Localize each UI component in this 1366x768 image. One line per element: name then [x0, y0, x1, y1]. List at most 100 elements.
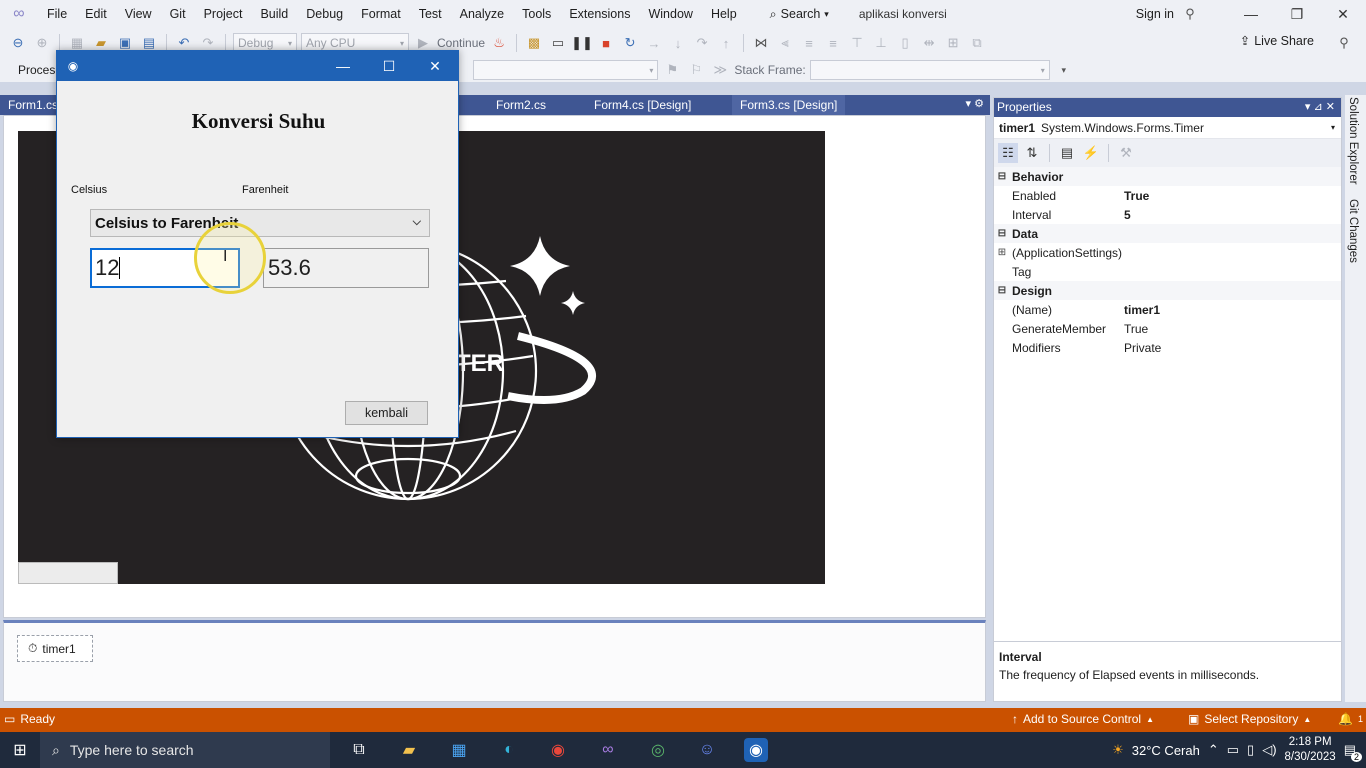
tab-git-changes[interactable]: Git Changes: [1347, 199, 1359, 263]
app-close-button[interactable]: ✕: [412, 51, 458, 81]
minimize-button[interactable]: —: [1228, 0, 1274, 28]
property-value[interactable]: Private: [1124, 341, 1341, 355]
menu-item-format[interactable]: Format: [352, 0, 410, 28]
show-threads-icon[interactable]: ≫: [710, 60, 730, 80]
menu-item-file[interactable]: File: [38, 0, 76, 28]
property-category[interactable]: ⊟ Data: [994, 224, 1341, 243]
continue-button[interactable]: Continue: [437, 36, 485, 50]
maximize-button[interactable]: ❐: [1274, 0, 1320, 28]
tab-form4-design[interactable]: Form4.cs [Design]: [586, 95, 699, 115]
property-row[interactable]: ⊞ (ApplicationSettings): [994, 243, 1341, 262]
volume-icon[interactable]: ◁): [1262, 742, 1276, 758]
menu-item-project[interactable]: Project: [195, 0, 252, 28]
file-explorer-icon[interactable]: ▰: [397, 738, 421, 762]
show-next-statement-icon[interactable]: →: [644, 33, 664, 53]
preview-features-icon[interactable]: ⚲: [1334, 33, 1354, 53]
events-lightning-icon[interactable]: ⚡: [1081, 143, 1101, 163]
align-rights-icon[interactable]: ≡: [823, 33, 843, 53]
step-into-icon[interactable]: ↓: [668, 33, 688, 53]
thread-select[interactable]: ▾: [473, 60, 659, 80]
menu-item-analyze[interactable]: Analyze: [451, 0, 513, 28]
menu-item-view[interactable]: View: [116, 0, 161, 28]
chrome-browser-icon[interactable]: ◉: [546, 738, 570, 762]
align-tops-icon[interactable]: ⊤: [847, 33, 867, 53]
property-category[interactable]: ⊟ Design: [994, 281, 1341, 300]
add-to-source-control-button[interactable]: ↑ Add to Source Control ▲: [1012, 712, 1154, 726]
select-repository-button[interactable]: ▣ Select Repository ▲: [1188, 712, 1311, 726]
collapse-icon[interactable]: ⊟: [994, 228, 1010, 239]
property-row[interactable]: GenerateMember True: [994, 319, 1341, 338]
app-maximize-button[interactable]: ☐: [366, 51, 412, 81]
navigate-forward-icon[interactable]: ⊕: [32, 33, 52, 53]
live-share-button[interactable]: ⇪ Live Share: [1240, 33, 1314, 49]
categorized-icon[interactable]: ☷: [998, 143, 1018, 163]
diagnostics-icon[interactable]: ⋈: [751, 33, 771, 53]
menu-item-debug[interactable]: Debug: [297, 0, 352, 28]
sign-in-link[interactable]: Sign in: [1136, 7, 1174, 21]
menu-item-test[interactable]: Test: [410, 0, 451, 28]
align-lefts-icon[interactable]: ⫷: [775, 33, 795, 53]
menu-item-tools[interactable]: Tools: [513, 0, 560, 28]
menu-item-extensions[interactable]: Extensions: [560, 0, 639, 28]
tab-form2-cs[interactable]: Form2.cs: [488, 95, 554, 115]
notifications-button[interactable]: 🔔 1: [1338, 712, 1363, 726]
battery-icon[interactable]: ▯: [1247, 742, 1254, 758]
task-view-icon[interactable]: ⧉: [347, 738, 371, 762]
search-menu[interactable]: ⌕ Search ▾: [760, 3, 839, 25]
property-row[interactable]: Interval 5: [994, 205, 1341, 224]
property-value[interactable]: 5: [1124, 208, 1341, 222]
property-category[interactable]: ⊟ Behavior: [994, 167, 1341, 186]
tab-options-icon[interactable]: ▾ ⚙: [966, 97, 984, 110]
tab-solution-explorer[interactable]: Solution Explorer: [1347, 97, 1359, 185]
stop-icon[interactable]: ■: [596, 33, 616, 53]
property-row[interactable]: Modifiers Private: [994, 338, 1341, 357]
timer-component[interactable]: ⏱ timer1: [17, 635, 93, 662]
property-row[interactable]: (Name) timer1: [994, 300, 1341, 319]
browse-icon[interactable]: ▩: [524, 33, 544, 53]
step-over-icon[interactable]: ↷: [692, 33, 712, 53]
taskbar-search[interactable]: ⌕ Type here to search: [40, 732, 330, 768]
bring-to-front-icon[interactable]: ⧉: [967, 33, 987, 53]
property-row[interactable]: Tag: [994, 262, 1341, 281]
back-button[interactable]: kembali: [345, 401, 428, 425]
layout-icon[interactable]: ▭: [548, 33, 568, 53]
fahrenheit-output[interactable]: 53.6: [263, 248, 429, 288]
weather-text[interactable]: 32°C Cerah: [1132, 743, 1200, 758]
menu-item-window[interactable]: Window: [639, 0, 701, 28]
action-center-icon[interactable]: ▤ 2: [1344, 742, 1362, 762]
expand-icon[interactable]: ⊞: [994, 247, 1010, 258]
tab-form3-design[interactable]: Form3.cs [Design]: [732, 95, 846, 115]
tray-chevron-icon[interactable]: ⌃: [1208, 742, 1219, 758]
property-row[interactable]: Enabled True: [994, 186, 1341, 205]
conversion-mode-select[interactable]: Celsius to Farenheit ⌵: [90, 209, 430, 237]
close-button[interactable]: ✕: [1320, 0, 1366, 28]
toolbar-options-icon[interactable]: ▾: [1054, 60, 1074, 80]
alphabetical-icon[interactable]: ⇅: [1022, 143, 1042, 163]
app-titlebar[interactable]: ◉ — ☐ ✕: [57, 51, 458, 81]
flag-icon[interactable]: ⚑: [662, 60, 682, 80]
microsoft-store-icon[interactable]: ▦: [447, 738, 471, 762]
navigate-back-icon[interactable]: ⊖: [8, 33, 28, 53]
visual-studio-icon[interactable]: ∞: [596, 738, 620, 762]
edge-browser-icon[interactable]: ◐: [497, 738, 521, 762]
clock[interactable]: 2:18 PM 8/30/2023: [1285, 735, 1336, 765]
hot-reload-icon[interactable]: ♨: [489, 33, 509, 53]
menu-item-git[interactable]: Git: [161, 0, 195, 28]
menu-item-help[interactable]: Help: [702, 0, 746, 28]
property-value[interactable]: True: [1124, 322, 1341, 336]
menu-item-edit[interactable]: Edit: [76, 0, 116, 28]
chrome-profile-icon[interactable]: ◎: [646, 738, 670, 762]
property-value[interactable]: timer1: [1124, 303, 1341, 317]
restart-icon[interactable]: ↻: [620, 33, 640, 53]
align-middles-icon[interactable]: ⊥: [871, 33, 891, 53]
snap-grid-icon[interactable]: ⊞: [943, 33, 963, 53]
properties-view-icon[interactable]: ▤: [1057, 143, 1077, 163]
app-minimize-button[interactable]: —: [320, 51, 366, 81]
make-same-size-icon[interactable]: ▯: [895, 33, 915, 53]
hidden-control-placeholder[interactable]: [18, 562, 118, 584]
running-app-icon[interactable]: ◉: [744, 738, 768, 762]
collapse-icon[interactable]: ⊟: [994, 171, 1010, 182]
menu-item-build[interactable]: Build: [251, 0, 297, 28]
property-pages-wrench-icon[interactable]: ⚒: [1116, 143, 1136, 163]
network-icon[interactable]: ▭: [1227, 742, 1239, 758]
